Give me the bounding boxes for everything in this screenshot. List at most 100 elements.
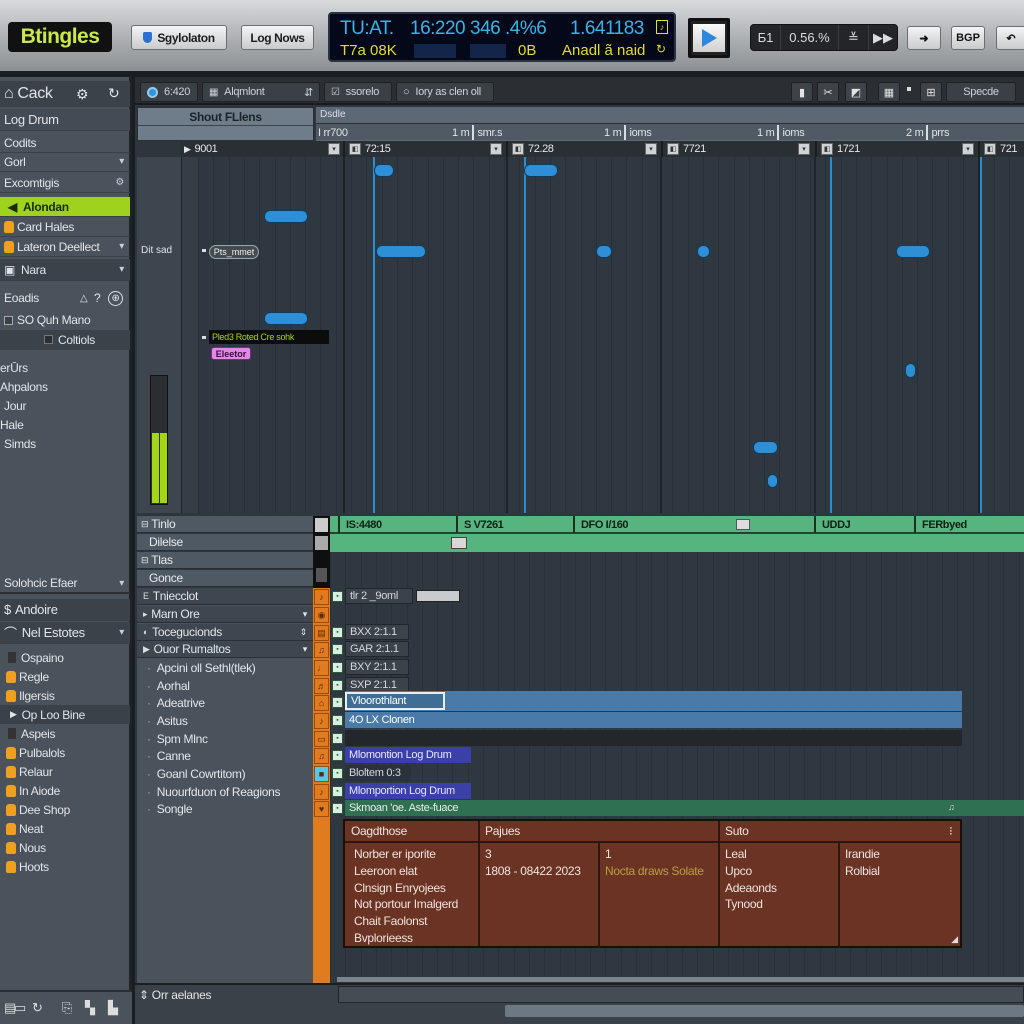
track-mute-icon[interactable]: ▪ (332, 715, 343, 726)
track-item[interactable]: · Adeatrive (137, 694, 313, 711)
cut-icon[interactable]: ✂ (817, 82, 839, 102)
dropdown-icon[interactable]: ▾ (962, 143, 974, 155)
track-mute-icon[interactable]: ▪ (332, 662, 343, 673)
track-type-icon[interactable]: ♪ (314, 784, 329, 800)
controls-row[interactable]: Coltiols (0, 330, 130, 350)
track-mute-icon[interactable]: ▪ (332, 591, 343, 602)
midi-note[interactable] (905, 363, 916, 378)
file-item[interactable]: Hoots (0, 857, 130, 876)
track-type-icon[interactable]: ♩ (314, 660, 329, 676)
clip[interactable]: BXY 2:1.1 (345, 659, 409, 675)
midi-note[interactable] (767, 474, 778, 488)
track-type-icon[interactable]: ♪ (314, 713, 329, 729)
track-mute-icon[interactable]: ▪ (332, 750, 343, 761)
simulation-button[interactable]: Sgylolaton (131, 25, 227, 50)
window-icon[interactable]: ▭ (14, 1000, 26, 1016)
lane-header[interactable]: Gonce (137, 570, 313, 587)
fast-forward-button[interactable]: ▶▶ (869, 25, 897, 50)
snap-dropdown[interactable]: ☑ ssorelo (324, 82, 392, 102)
track-type-icon[interactable]: ▤ (314, 625, 329, 641)
track-type-icon[interactable]: ▭ (314, 731, 329, 747)
sidebar-item-settings[interactable]: Excomtigis ⚙ (0, 173, 130, 193)
metronome-button[interactable]: Ƃ1 (751, 25, 781, 50)
file-item[interactable]: Nous (0, 838, 130, 857)
folder-icon[interactable]: ▙ (108, 1000, 118, 1016)
lane-header[interactable]: ⊟ Tlas (137, 552, 313, 569)
midi-note[interactable] (697, 245, 710, 258)
track-type-icon[interactable]: ♫ (314, 642, 329, 658)
clip[interactable]: Mlomportion Log Drum (345, 783, 471, 799)
loop-icon[interactable]: ↻ (656, 42, 666, 56)
marker[interactable]: UDDJ (814, 516, 851, 533)
horizontal-scrollbar[interactable] (505, 1005, 1024, 1017)
track-item[interactable]: · Canne (137, 747, 313, 764)
clip[interactable]: GAR 2:1.1 (345, 641, 409, 657)
track-item[interactable]: · Songle (137, 800, 313, 817)
track-mute-icon[interactable]: ▪ (332, 697, 343, 708)
clip[interactable]: Mlomontion Log Drum (345, 747, 471, 763)
track-item[interactable]: · Nuourfduon of Reagions (137, 783, 313, 800)
lane-header[interactable]: Dilelse (137, 534, 313, 551)
sidebar-item-gorl[interactable]: Gorl ▾ (0, 152, 130, 172)
more-icon[interactable]: ⁝ (949, 823, 953, 840)
clip-header[interactable]: ◧ 1721 (815, 141, 978, 157)
timeline-ruler[interactable]: Dsdle I rr700 1 m smr.s 1 m ioms 1 m ioms 2… (316, 107, 1024, 141)
track-mute-icon[interactable]: ▪ (332, 803, 343, 814)
sidebar-item-lateron[interactable]: Lateron Deellect ▾ (0, 237, 130, 257)
sidebar-text[interactable]: erŪrs (0, 361, 28, 375)
loop-marker-icon[interactable] (451, 537, 467, 549)
bottom-track[interactable] (338, 986, 1024, 1003)
midi-note[interactable] (376, 245, 426, 258)
track-type-icon[interactable]: ♥ (314, 801, 329, 817)
search-field[interactable]: ○ Iory as clen oll (396, 82, 494, 102)
time-field[interactable]: 6:420 (140, 82, 198, 102)
note-icon[interactable]: ♪ (656, 20, 668, 34)
sidebar-item-selected[interactable]: ◀ Alondan (0, 197, 130, 217)
track-mute-icon[interactable]: ▪ (332, 733, 343, 744)
up-icon[interactable]: △ (80, 293, 88, 304)
sidebar-text[interactable]: Jour (4, 399, 26, 413)
track-item[interactable]: ▶ Ouor Rumaltos ▾ (137, 641, 313, 658)
clip-header[interactable]: ▶ 9001 (180, 141, 343, 157)
clip[interactable]: 4O LX Clonen (345, 712, 419, 728)
scroll-divider[interactable] (337, 977, 1024, 982)
dropdown-icon[interactable]: ▾ (328, 143, 340, 155)
clip-name-field[interactable] (416, 590, 460, 602)
zoom-readout[interactable]: 0.56.% (781, 25, 839, 50)
sidebar-item-codits[interactable]: Codits (0, 133, 130, 153)
bgp-button[interactable]: BGP (951, 26, 985, 50)
sidebar-text[interactable]: Ahpalons (0, 380, 48, 394)
track-type-icon[interactable]: ■ (314, 766, 329, 782)
file-item[interactable]: ▶ Op Loo Bine (0, 705, 130, 724)
file-item[interactable]: Neat (0, 819, 130, 838)
home-icon[interactable]: ⌂ (4, 85, 14, 103)
midi-note[interactable] (264, 312, 308, 325)
marker-flag-icon[interactable] (736, 519, 750, 530)
dropdown-icon[interactable]: ▾ (490, 143, 502, 155)
sidebar-item-nara[interactable]: ▣ Nara ▾ (0, 259, 130, 281)
loop-icon[interactable]: ↻ (32, 1000, 43, 1016)
note-tag[interactable]: Pts_mmet (209, 245, 259, 259)
dropdown-icon[interactable]: ▾ (798, 143, 810, 155)
clip[interactable]: BXX 2:1.1 (345, 624, 409, 640)
grid-icon[interactable]: ▦ (878, 82, 900, 102)
clip[interactable]: Vloorothlant (345, 692, 445, 710)
sidebar-item-card-hales[interactable]: Card Hales (0, 217, 130, 237)
track-item[interactable]: · Asitus (137, 712, 313, 729)
track-item[interactable]: · Goanl Cowrtitom) (137, 765, 313, 782)
lane-header[interactable]: ⊟ Tinlo (137, 516, 313, 533)
export-icon[interactable]: ⎘ (62, 1000, 72, 1016)
forward-button[interactable]: ➜ (907, 26, 941, 50)
track-item[interactable]: · Spm Mlnc (137, 730, 313, 747)
midi-note[interactable] (596, 245, 612, 258)
file-item[interactable]: Ospaino (0, 648, 130, 667)
track-mute-icon[interactable]: ▪ (332, 644, 343, 655)
pin-icon[interactable]: ? (94, 291, 101, 305)
file-item[interactable]: Regle (0, 667, 130, 686)
clip[interactable]: tlr 2 _9oml (345, 588, 413, 604)
dropdown-icon[interactable]: ▾ (645, 143, 657, 155)
clip-header[interactable]: ◧ 7721 (661, 141, 815, 157)
refresh-icon[interactable]: ↻ (108, 85, 120, 102)
file-item[interactable]: Pulbalols (0, 743, 130, 762)
sample-effects-row[interactable]: Solohcic Efaer ▾ (0, 574, 130, 594)
